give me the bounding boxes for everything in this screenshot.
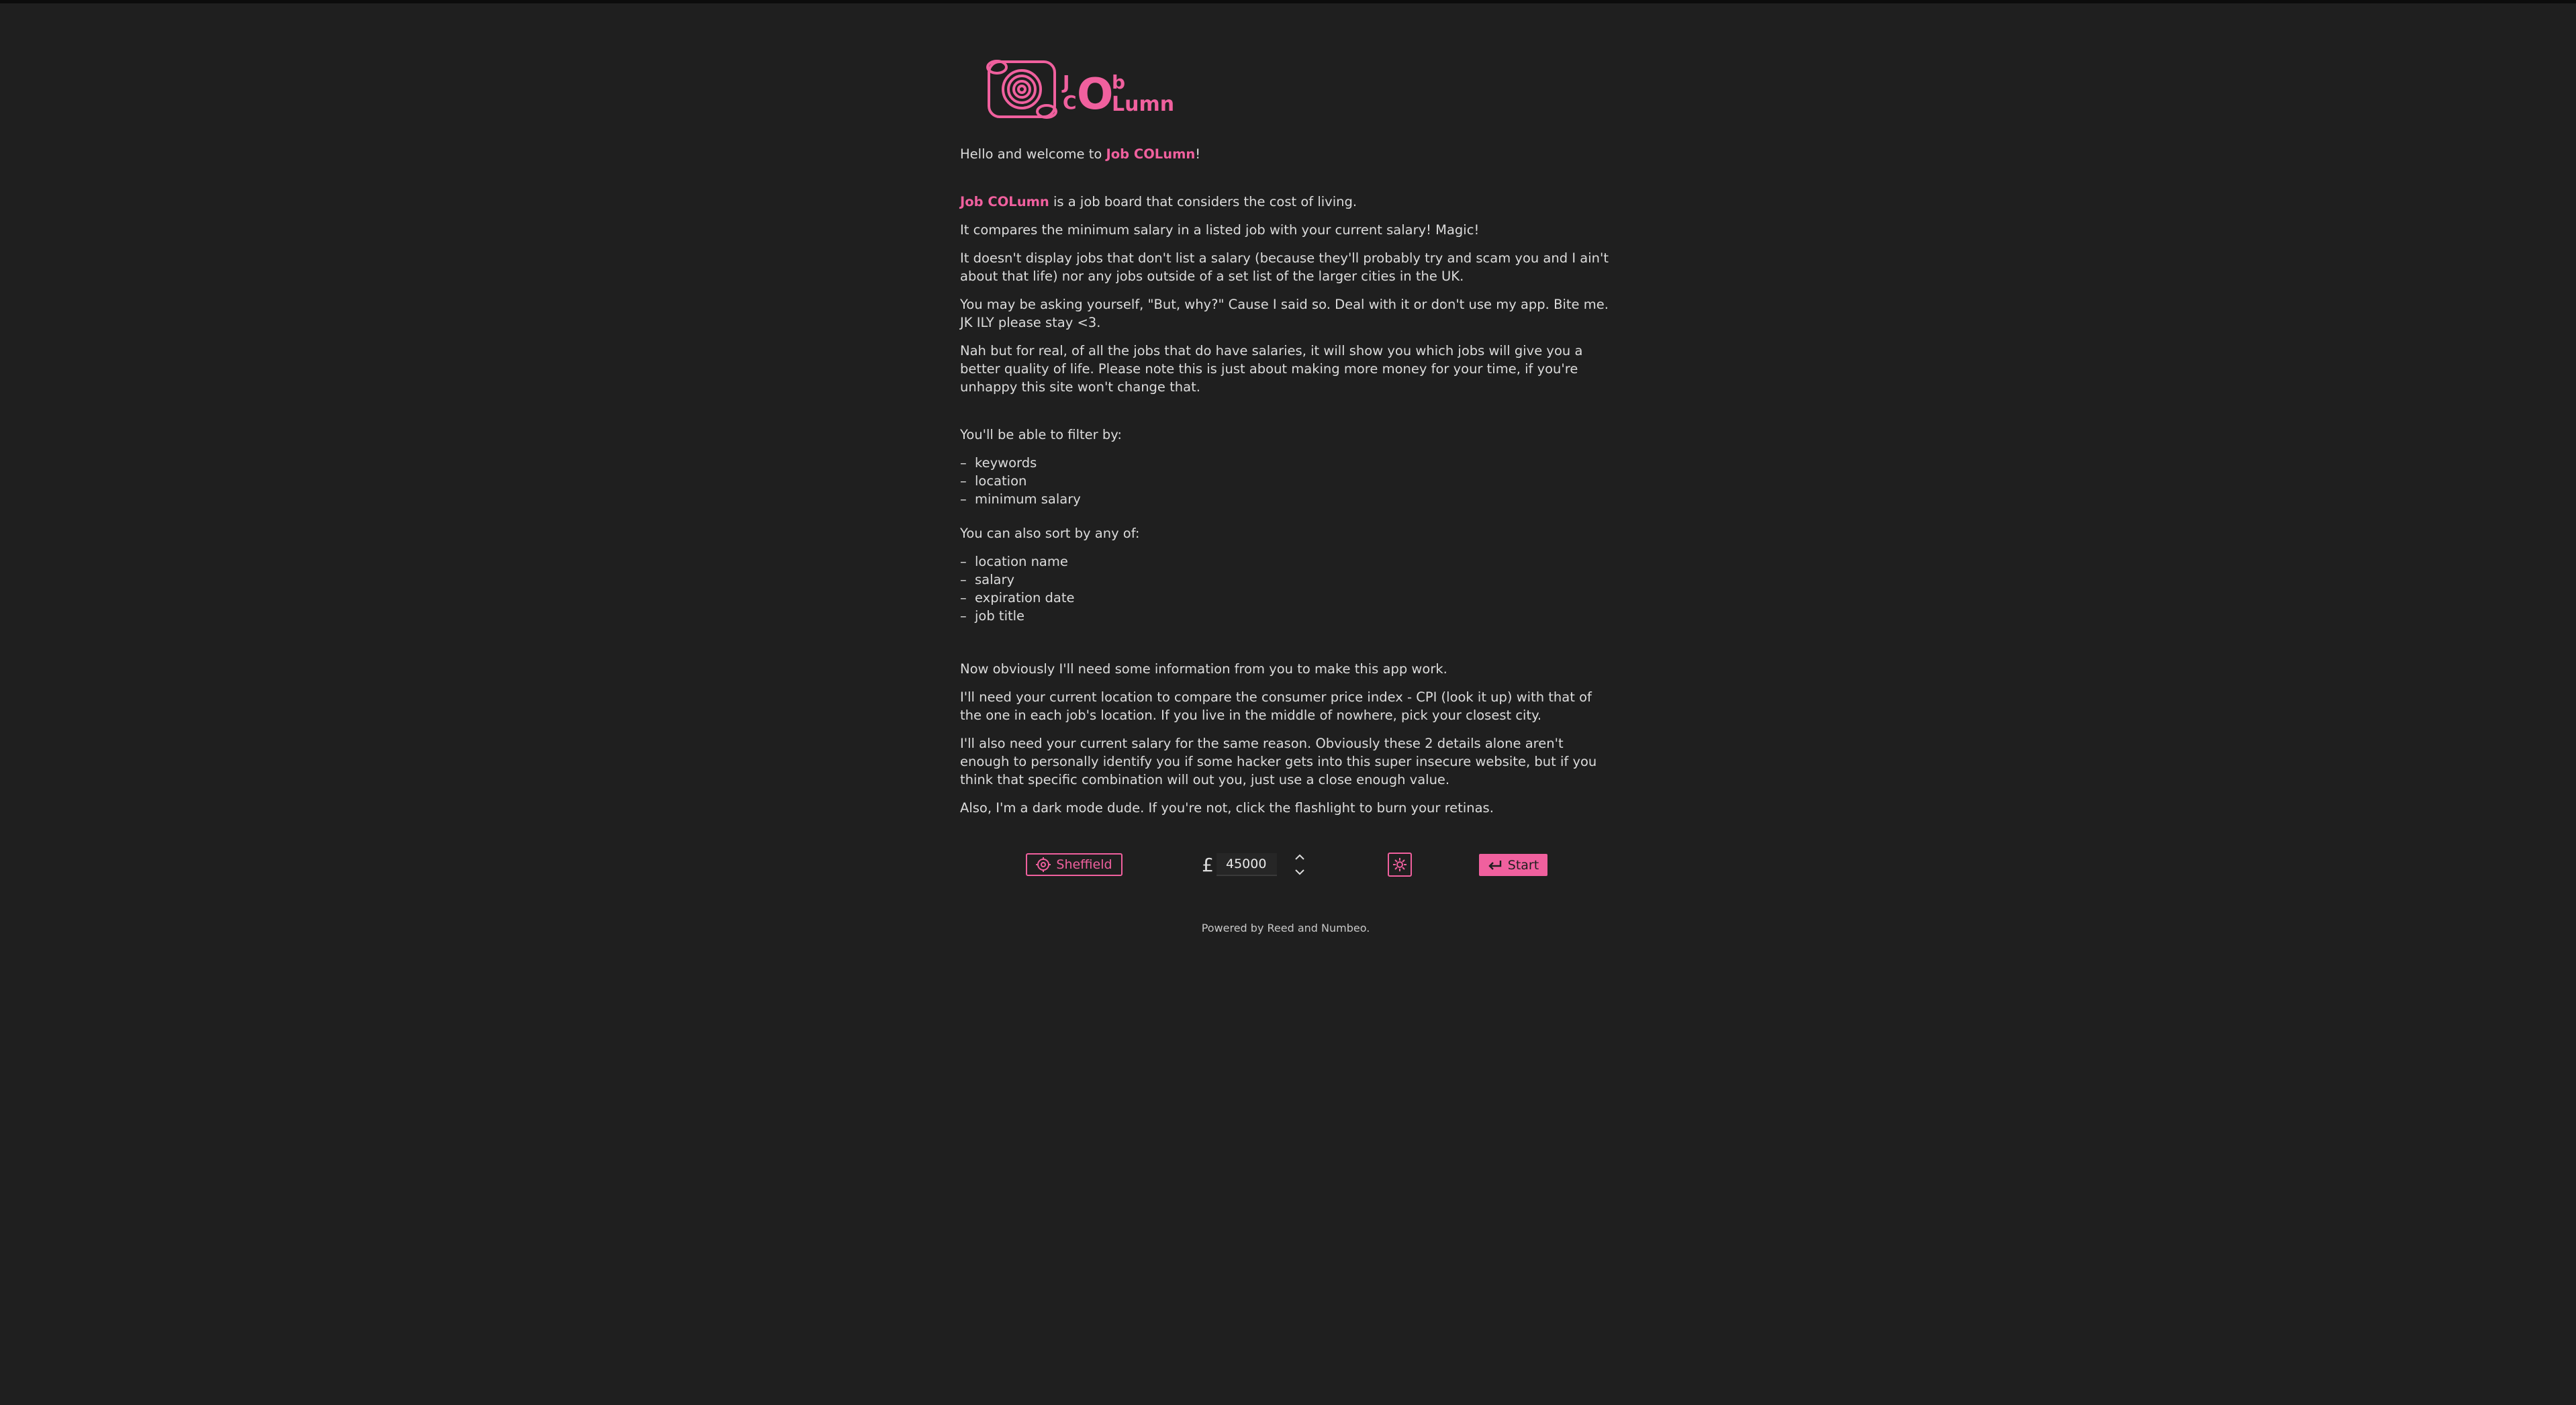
flashlight-button[interactable] — [1388, 853, 1412, 877]
list-item: – expiration date — [960, 590, 1075, 605]
chevron-down-icon[interactable] — [1295, 869, 1304, 875]
list-item: – job title — [960, 608, 1025, 624]
sort-heading: You can also sort by any of: — [960, 526, 1140, 541]
intro-paragraph-3: It doesn't display jobs that don't list … — [960, 250, 1609, 284]
intro-paragraph-2: It compares the minimum salary in a list… — [960, 222, 1480, 238]
info-paragraph-4: Also, I'm a dark mode dude. If you're no… — [960, 800, 1494, 816]
svg-text:J: J — [1061, 71, 1069, 93]
flashlight-icon — [1393, 858, 1406, 871]
list-item: – salary — [960, 572, 1015, 587]
svg-text:Lumn: Lumn — [1112, 93, 1174, 116]
list-item: – keywords — [960, 455, 1037, 471]
enter-arrow-icon — [1488, 860, 1501, 870]
footer: Powered by Reed and Numbeo. — [1201, 922, 1370, 934]
salary-stepper[interactable] — [1293, 851, 1306, 880]
chevron-up-icon[interactable] — [1295, 854, 1304, 860]
svg-text:b: b — [1112, 71, 1125, 93]
currency-symbol: £ — [1202, 853, 1214, 876]
logo-icon: J C O b Lumn — [986, 60, 1174, 119]
info-paragraph-1: Now obviously I'll need some information… — [960, 661, 1447, 677]
list-item: – location — [960, 473, 1027, 489]
list-item: – location name — [960, 554, 1068, 569]
salary-input[interactable] — [1217, 853, 1277, 876]
intro-paragraph-1: Job COLumn is a job board that considers… — [960, 194, 1357, 209]
main-content: Hello and welcome to Job COLumn! Job COL… — [960, 145, 1611, 817]
brand-name: Job COLumn — [1106, 146, 1196, 162]
location-button[interactable]: Sheffield — [1026, 853, 1123, 876]
start-button[interactable]: Start — [1479, 854, 1547, 876]
start-label: Start — [1507, 857, 1539, 873]
crosshair-icon — [1036, 857, 1051, 872]
info-paragraph-2: I'll need your current location to compa… — [960, 689, 1592, 723]
filter-heading: You'll be able to filter by: — [960, 427, 1122, 442]
info-paragraph-3: I'll also need your current salary for t… — [960, 736, 1597, 787]
brand-name: Job COLumn — [960, 194, 1049, 209]
salary-field: £ — [1199, 852, 1300, 877]
intro-paragraph-5: Nah but for real, of all the jobs that d… — [960, 343, 1583, 395]
filter-list: – keywords – location – minimum salary — [960, 454, 1611, 508]
svg-text:C: C — [1063, 91, 1077, 113]
logo: J C O b Lumn — [984, 54, 1185, 128]
intro-paragraph-4: You may be asking yourself, "But, why?" … — [960, 297, 1609, 330]
controls-bar: Sheffield £ 45000 Start — [960, 851, 1611, 880]
greeting: Hello and welcome to Job COLumn! — [960, 146, 1201, 162]
list-item: – minimum salary — [960, 491, 1081, 507]
location-label: Sheffield — [1056, 857, 1112, 872]
sort-list: – location name – salary – expiration date … — [960, 552, 1611, 625]
svg-text:O: O — [1077, 70, 1113, 119]
